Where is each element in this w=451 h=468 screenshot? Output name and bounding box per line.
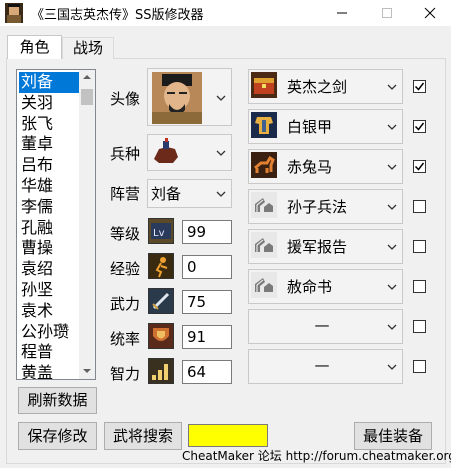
scroll-thumb[interactable] bbox=[81, 89, 93, 105]
list-item[interactable]: 黄盖 bbox=[19, 363, 81, 379]
scroll-icon bbox=[251, 192, 279, 220]
list-item[interactable]: 华雄 bbox=[19, 176, 81, 197]
level-label: 等级 bbox=[110, 225, 141, 243]
portrait-label: 头像 bbox=[110, 90, 141, 108]
chevron-down-icon[interactable] bbox=[385, 120, 399, 134]
chevron-down-icon[interactable] bbox=[385, 240, 399, 254]
experience-input[interactable]: 0 bbox=[182, 255, 232, 279]
list-item[interactable]: 孔融 bbox=[19, 218, 81, 239]
list-item[interactable]: 程普 bbox=[19, 342, 81, 363]
footer-link[interactable]: CheatMaker 论坛 http://forum.cheatmaker.or… bbox=[182, 447, 451, 464]
chevron-down-icon[interactable] bbox=[385, 80, 399, 94]
window-title: 《三国志英杰传》SS版修改器 bbox=[31, 8, 204, 23]
troop-label: 兵种 bbox=[110, 145, 141, 163]
level-input[interactable]: 99 bbox=[182, 220, 232, 244]
equipment-checkbox[interactable] bbox=[413, 160, 426, 173]
title-bar: 《三国志英杰传》SS版修改器 bbox=[0, 0, 451, 26]
app-icon bbox=[5, 3, 23, 23]
equipment-checkbox[interactable] bbox=[413, 280, 426, 293]
equipment-label: — bbox=[314, 316, 330, 334]
scroll-down-icon[interactable] bbox=[79, 366, 95, 379]
maximize-button[interactable] bbox=[365, 0, 409, 26]
equipment-checkbox[interactable] bbox=[413, 360, 426, 373]
chevron-down-icon[interactable] bbox=[214, 187, 228, 201]
equipment-checkbox[interactable] bbox=[413, 240, 426, 253]
color-swatch bbox=[188, 424, 268, 447]
list-item[interactable]: 公孙瓒 bbox=[19, 322, 81, 343]
portrait-avatar bbox=[152, 72, 202, 124]
command-label: 统率 bbox=[110, 330, 141, 348]
equipment-checkbox[interactable] bbox=[413, 320, 426, 333]
list-item[interactable]: 袁术 bbox=[19, 301, 81, 322]
list-item[interactable]: 曹操 bbox=[19, 238, 81, 259]
refresh-data-button[interactable]: 刷新数据 bbox=[18, 387, 97, 414]
tab-battlefield[interactable]: 战场 bbox=[62, 37, 114, 59]
list-item[interactable]: 孙坚 bbox=[19, 280, 81, 301]
list-item[interactable]: 董卓 bbox=[19, 134, 81, 155]
equipment-checkbox[interactable] bbox=[413, 120, 426, 133]
svg-text:Lv: Lv bbox=[153, 228, 165, 239]
faction-label: 阵营 bbox=[110, 185, 141, 203]
experience-icon bbox=[148, 253, 174, 279]
intelligence-icon bbox=[148, 358, 174, 384]
equipment-label: 白银甲 bbox=[287, 118, 333, 136]
shield-icon bbox=[148, 323, 174, 349]
equipment-label: 赤兔马 bbox=[287, 158, 333, 176]
equipment-label: 孙子兵法 bbox=[287, 198, 348, 216]
exp-label: 经验 bbox=[110, 260, 141, 278]
close-button[interactable] bbox=[408, 0, 451, 26]
chevron-down-icon[interactable] bbox=[385, 280, 399, 294]
cavalry-icon bbox=[151, 137, 181, 168]
list-item[interactable]: 张飞 bbox=[19, 114, 81, 135]
equipment-label: 赦命书 bbox=[287, 278, 333, 296]
character-list-items: 刘备关羽张飞董卓吕布华雄李儒孔融曹操袁绍孙坚袁术公孙瓒程普黄盖韩当 bbox=[19, 72, 81, 379]
list-item[interactable]: 刘备 bbox=[19, 72, 81, 93]
sword-icon bbox=[148, 288, 174, 314]
scroll-icon bbox=[251, 232, 279, 260]
equipment-label: 英杰之剑 bbox=[287, 78, 348, 96]
list-item[interactable]: 李儒 bbox=[19, 197, 81, 218]
equipment-checkbox[interactable] bbox=[413, 200, 426, 213]
list-item[interactable]: 关羽 bbox=[19, 93, 81, 114]
list-scrollbar[interactable] bbox=[79, 70, 95, 379]
war-input[interactable]: 75 bbox=[182, 290, 232, 314]
save-changes-button[interactable]: 保存修改 bbox=[18, 422, 97, 450]
chevron-down-icon[interactable] bbox=[385, 200, 399, 214]
intelligence-input[interactable]: 64 bbox=[182, 360, 232, 384]
list-item[interactable]: 袁绍 bbox=[19, 259, 81, 280]
scroll-up-icon[interactable] bbox=[79, 72, 95, 85]
chevron-down-icon[interactable] bbox=[214, 146, 228, 160]
equipment-checkbox[interactable] bbox=[413, 80, 426, 93]
war-label: 武力 bbox=[110, 295, 141, 313]
intel-label: 智力 bbox=[110, 365, 141, 383]
tab-role[interactable]: 角色 bbox=[7, 35, 62, 59]
chevron-down-icon[interactable] bbox=[214, 91, 228, 105]
chevron-down-icon[interactable] bbox=[385, 360, 399, 374]
minimize-button[interactable] bbox=[320, 0, 364, 26]
best-equipment-button[interactable]: 最佳装备 bbox=[354, 422, 432, 450]
faction-value: 刘备 bbox=[151, 185, 182, 203]
chevron-down-icon[interactable] bbox=[385, 160, 399, 174]
horse-icon bbox=[251, 152, 279, 180]
armor-icon bbox=[251, 112, 279, 140]
equipment-label: — bbox=[314, 356, 330, 374]
scroll-icon bbox=[251, 272, 279, 300]
equipment-label: 援军报告 bbox=[287, 238, 348, 256]
command-input[interactable]: 91 bbox=[182, 325, 232, 349]
general-search-button[interactable]: 武将搜索 bbox=[104, 422, 182, 450]
chevron-down-icon[interactable] bbox=[385, 320, 399, 334]
chest-icon bbox=[251, 72, 279, 100]
list-item[interactable]: 吕布 bbox=[19, 155, 81, 176]
level-icon: Lv bbox=[148, 218, 174, 244]
